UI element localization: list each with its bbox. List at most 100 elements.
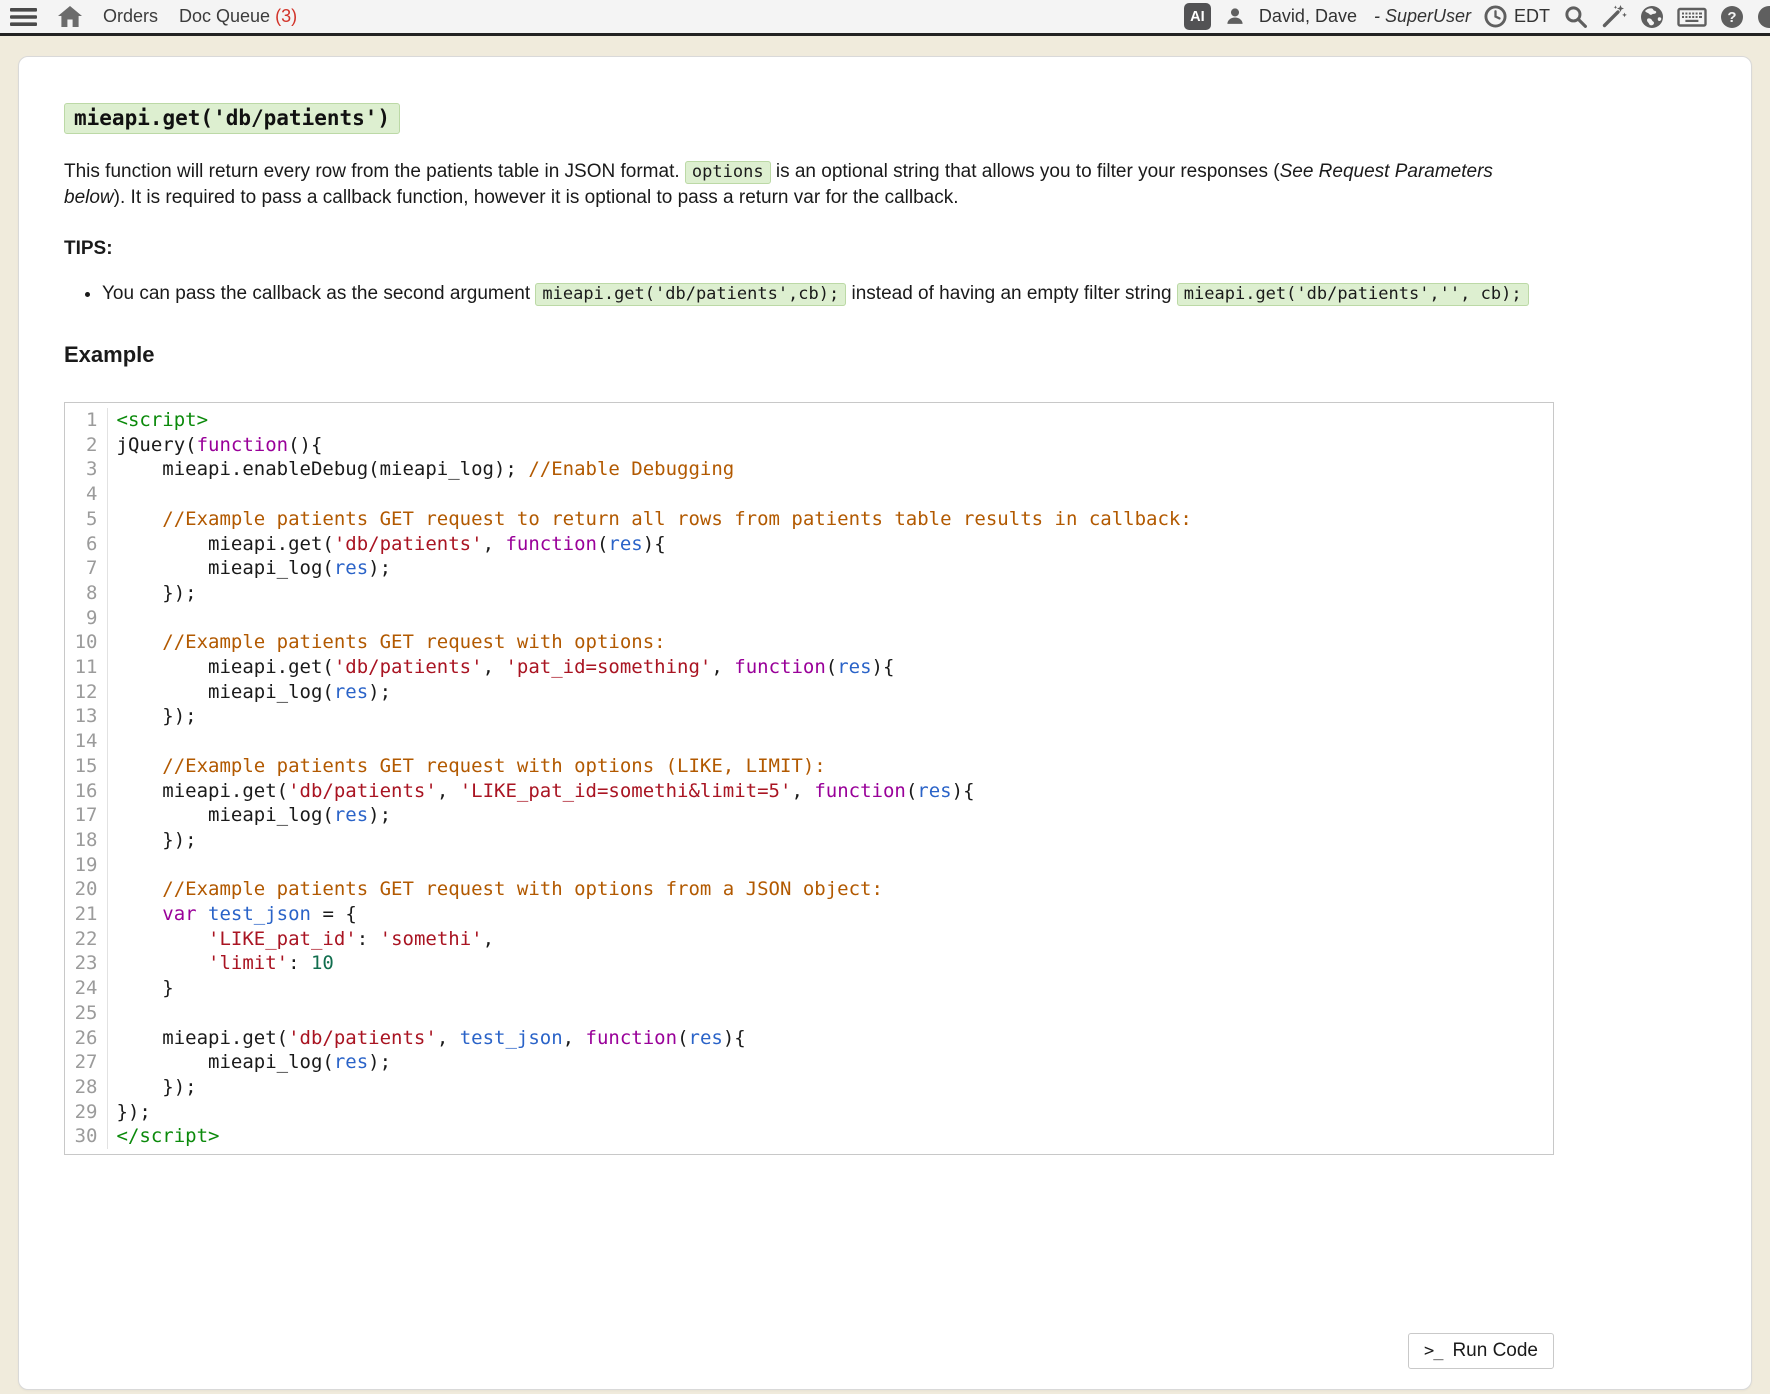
line-number: 30 — [65, 1124, 107, 1149]
code-line-content — [107, 482, 1553, 507]
topbar-right: AI David, Dave - SuperUser EDT — [1184, 3, 1770, 30]
line-number: 27 — [65, 1050, 107, 1075]
code-line-content: //Example patients GET request with opti… — [107, 877, 1553, 902]
user-icon[interactable] — [1224, 6, 1246, 28]
code-line: 27 mieapi_log(res); — [65, 1050, 1553, 1075]
code-line-content: </script> — [107, 1124, 1553, 1149]
line-number: 10 — [65, 630, 107, 655]
example-heading: Example — [64, 342, 1554, 368]
line-number: 17 — [65, 803, 107, 828]
svg-text:?: ? — [1727, 9, 1736, 26]
clock-icon[interactable] — [1484, 5, 1507, 28]
help-icon[interactable]: ? — [1720, 5, 1744, 29]
intro-paragraph: This function will return every row from… — [64, 159, 1554, 211]
menu-icon[interactable] — [10, 7, 37, 27]
nav-doc-queue[interactable]: Doc Queue (3) — [179, 6, 297, 27]
code-line-content: mieapi.get('db/patients', function(res){ — [107, 532, 1553, 557]
line-number: 7 — [65, 556, 107, 581]
code-line-content: }); — [107, 828, 1553, 853]
code-line: 25 — [65, 1001, 1553, 1026]
code-line-content: var test_json = { — [107, 902, 1553, 927]
code-line-content: }); — [107, 581, 1553, 606]
code-line-content: //Example patients GET request with opti… — [107, 630, 1553, 655]
line-number: 16 — [65, 779, 107, 804]
ai-badge[interactable]: AI — [1184, 3, 1211, 30]
line-number: 3 — [65, 457, 107, 482]
content-card: mieapi.get('db/patients') This function … — [18, 56, 1752, 1390]
code-line: 7 mieapi_log(res); — [65, 556, 1553, 581]
code-line: 9 — [65, 606, 1553, 631]
code-line-content: } — [107, 976, 1553, 1001]
run-code-row: >_ Run Code — [64, 1333, 1554, 1369]
code-line: 1<script> — [65, 408, 1553, 433]
code-line: 30</script> — [65, 1124, 1553, 1149]
magic-wand-icon[interactable] — [1601, 4, 1627, 29]
doc-queue-label: Doc Queue — [179, 6, 270, 26]
home-icon[interactable] — [58, 6, 82, 28]
line-number: 12 — [65, 680, 107, 705]
line-number: 14 — [65, 729, 107, 754]
line-number: 18 — [65, 828, 107, 853]
code-line-content: }); — [107, 1100, 1553, 1125]
code-line: 11 mieapi.get('db/patients', 'pat_id=som… — [65, 655, 1553, 680]
code-table: 1<script>2jQuery(function(){3 mieapi.ena… — [65, 408, 1553, 1149]
code-line-content: 'LIKE_pat_id': 'somethi', — [107, 927, 1553, 952]
code-line: 22 'LIKE_pat_id': 'somethi', — [65, 927, 1553, 952]
keyboard-icon[interactable] — [1677, 5, 1707, 29]
code-line-content: mieapi.get('db/patients', test_json, fun… — [107, 1026, 1553, 1051]
user-name[interactable]: David, Dave — [1259, 6, 1357, 27]
emphasis-text: See Request Parameters below — [64, 161, 1493, 208]
globe-icon[interactable] — [1640, 5, 1664, 29]
inline-code: options — [685, 161, 771, 184]
line-number: 2 — [65, 433, 107, 458]
code-line: 19 — [65, 853, 1553, 878]
code-line: 20 //Example patients GET request with o… — [65, 877, 1553, 902]
code-line: 14 — [65, 729, 1553, 754]
inline-code: mieapi.get('db/patients',cb); — [535, 283, 846, 306]
code-line: 21 var test_json = { — [65, 902, 1553, 927]
code-line-content — [107, 1001, 1553, 1026]
code-line: 28 }); — [65, 1075, 1553, 1100]
code-line: 12 mieapi_log(res); — [65, 680, 1553, 705]
line-number: 15 — [65, 754, 107, 779]
cropped-icon[interactable] — [1757, 5, 1770, 29]
code-line-content: mieapi_log(res); — [107, 556, 1553, 581]
code-line: 16 mieapi.get('db/patients', 'LIKE_pat_i… — [65, 779, 1553, 804]
tips-heading: TIPS: — [64, 238, 1554, 260]
code-line: 2jQuery(function(){ — [65, 433, 1553, 458]
page-background: mieapi.get('db/patients') This function … — [0, 36, 1770, 1390]
nav-orders[interactable]: Orders — [103, 6, 158, 27]
line-number: 1 — [65, 408, 107, 433]
code-line-content: mieapi.get('db/patients', 'pat_id=someth… — [107, 655, 1553, 680]
code-line: 4 — [65, 482, 1553, 507]
code-line: 3 mieapi.enableDebug(mieapi_log); //Enab… — [65, 457, 1553, 482]
line-number: 25 — [65, 1001, 107, 1026]
line-number: 11 — [65, 655, 107, 680]
code-line-content: //Example patients GET request with opti… — [107, 754, 1553, 779]
line-number: 22 — [65, 927, 107, 952]
code-line: 24 } — [65, 976, 1553, 1001]
code-line-content: //Example patients GET request to return… — [107, 507, 1553, 532]
code-line: 6 mieapi.get('db/patients', function(res… — [65, 532, 1553, 557]
code-line: 23 'limit': 10 — [65, 951, 1553, 976]
code-line-content: mieapi.get('db/patients', 'LIKE_pat_id=s… — [107, 779, 1553, 804]
code-line-content: mieapi_log(res); — [107, 803, 1553, 828]
run-code-button[interactable]: >_ Run Code — [1408, 1333, 1554, 1369]
page-title: mieapi.get('db/patients') — [64, 103, 400, 134]
run-code-label: Run Code — [1452, 1340, 1538, 1362]
line-number: 26 — [65, 1026, 107, 1051]
code-line-content — [107, 729, 1553, 754]
code-line-content: mieapi.enableDebug(mieapi_log); //Enable… — [107, 457, 1553, 482]
code-editor[interactable]: 1<script>2jQuery(function(){3 mieapi.ena… — [64, 402, 1554, 1155]
code-line-content: mieapi_log(res); — [107, 680, 1553, 705]
code-line-content: }); — [107, 1075, 1553, 1100]
line-number: 8 — [65, 581, 107, 606]
code-line-content: 'limit': 10 — [107, 951, 1553, 976]
search-icon[interactable] — [1563, 4, 1588, 29]
code-line: 10 //Example patients GET request with o… — [65, 630, 1553, 655]
code-line-content: mieapi_log(res); — [107, 1050, 1553, 1075]
code-line: 13 }); — [65, 704, 1553, 729]
line-number: 21 — [65, 902, 107, 927]
line-number: 29 — [65, 1100, 107, 1125]
tip-item: You can pass the callback as the second … — [102, 278, 1554, 310]
